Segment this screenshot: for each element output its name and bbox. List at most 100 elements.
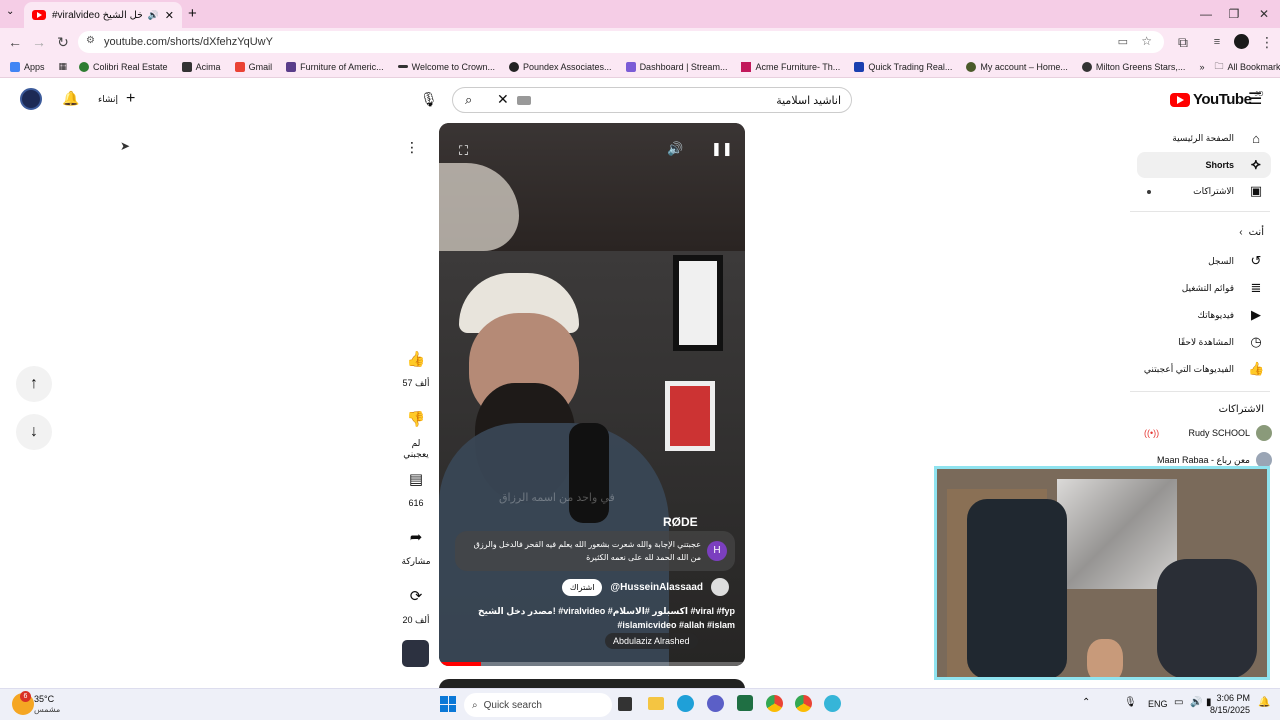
- forward-icon[interactable]: →: [28, 32, 50, 52]
- sidebar-item-subscriptions[interactable]: الاشتراكات ▣: [1124, 178, 1264, 204]
- subscription-item[interactable]: ((•)) Rudy SCHOOL: [1144, 422, 1272, 444]
- clock-time[interactable]: 3:06 PM: [1214, 693, 1250, 703]
- more-options-icon[interactable]: ⋮: [405, 139, 419, 156]
- apps-icon: [10, 61, 20, 72]
- music-pill[interactable]: Abdulaziz Alrashed: [605, 633, 698, 649]
- search-box[interactable]: ⌕ ✕ اناشيد اسلامية: [452, 87, 852, 113]
- volume-icon[interactable]: 🔊: [667, 141, 683, 157]
- share-icon[interactable]: ➦: [399, 520, 433, 554]
- teams-icon[interactable]: [707, 695, 724, 712]
- remix-action[interactable]: ⟳ 20 ألف: [398, 579, 434, 626]
- media-controls-icon[interactable]: ≡: [1206, 32, 1228, 52]
- windows-start-icon[interactable]: [440, 696, 456, 712]
- channel-avatar[interactable]: [711, 578, 729, 596]
- voice-search-icon[interactable]: 🎙: [420, 91, 438, 108]
- search-input[interactable]: اناشيد اسلامية: [776, 94, 841, 107]
- thumbs-down-icon[interactable]: 👎: [399, 402, 433, 436]
- bookmark-item[interactable]: Milton Greens Stars,...: [1081, 61, 1185, 72]
- progress-track[interactable]: [439, 662, 745, 666]
- file-explorer-icon[interactable]: [648, 697, 664, 710]
- youtube-favicon: [32, 10, 46, 20]
- sidebar-item-playlists[interactable]: قوائم التشغيل ≣: [1124, 275, 1264, 301]
- notifications-icon[interactable]: 🔔: [62, 90, 79, 107]
- bookmark-apps[interactable]: Apps: [10, 61, 45, 72]
- search-icon[interactable]: ⌕: [465, 92, 472, 108]
- account-avatar[interactable]: [20, 88, 42, 110]
- pinned-comment[interactable]: عجبتني الإجابة والله شعرت بشعور الله يعل…: [455, 531, 735, 571]
- language-indicator[interactable]: ENG: [1148, 699, 1168, 709]
- extensions-icon[interactable]: ⧉: [1172, 32, 1194, 52]
- you-section-header[interactable]: ‹ أنت: [1239, 227, 1264, 238]
- new-tab-icon[interactable]: +: [188, 5, 197, 22]
- next-short-button[interactable]: ↓: [16, 414, 52, 450]
- more-bookmarks-icon[interactable]: »: [1199, 62, 1204, 72]
- sidebar-item-shorts[interactable]: Shorts ⯎: [1124, 152, 1264, 178]
- short-video-player[interactable]: RØDE في واحد من اسمه الرزاق ⛶ 🔊 ❚❚ عجبتن…: [439, 123, 745, 666]
- bookmark-item[interactable]: Quick Trading Real...: [854, 61, 952, 72]
- all-bookmarks[interactable]: 🗀 All Bookmarks: [1214, 59, 1280, 75]
- bookmark-item[interactable]: Colibri Real Estate: [79, 61, 168, 72]
- notification-center-icon[interactable]: 🔔: [1258, 697, 1270, 708]
- bookmark-item[interactable]: Furniture of Americ...: [286, 61, 384, 72]
- sidebar-item-your-videos[interactable]: فيديوهاتك ▶: [1124, 302, 1264, 328]
- bookmark-item[interactable]: Dashboard | Stream...: [625, 61, 727, 72]
- thumbs-up-icon[interactable]: 👍: [399, 342, 433, 376]
- sidebar-item-liked[interactable]: الفيديوهات التي أعجبتني 👍: [1124, 356, 1264, 382]
- audio-icon[interactable]: 🔊: [148, 10, 159, 21]
- chrome-icon[interactable]: [766, 695, 783, 712]
- clear-search-icon[interactable]: ✕: [497, 91, 509, 108]
- minimize-icon[interactable]: —: [1192, 4, 1220, 24]
- bookmark-item[interactable]: Poundex Associates...: [509, 61, 612, 72]
- restore-icon[interactable]: ❐: [1220, 4, 1248, 24]
- sound-thumbnail[interactable]: [402, 640, 429, 667]
- tray-overflow-icon[interactable]: ⌃: [1082, 697, 1090, 708]
- previous-short-button[interactable]: ↑: [16, 366, 52, 402]
- like-action[interactable]: 👍 57 ألف: [398, 342, 434, 389]
- remix-icon[interactable]: ⟳: [399, 579, 433, 613]
- bookmark-item[interactable]: My account – Home...: [966, 61, 1068, 72]
- fullscreen-icon[interactable]: ⛶: [459, 143, 468, 159]
- acme-icon: [741, 61, 752, 72]
- sidebar-item-history[interactable]: السجل ↺: [1124, 248, 1264, 274]
- address-bar[interactable]: ⚙ youtube.com/shorts/dXfehzYqUwY ▭ ☆: [78, 31, 1164, 53]
- guide-menu-icon[interactable]: ☰: [1248, 89, 1262, 109]
- bookmark-item[interactable]: Welcome to Crown...: [397, 62, 495, 72]
- bookmark-item[interactable]: Acima: [181, 61, 221, 72]
- network-icon[interactable]: ▭: [1174, 697, 1183, 708]
- bookmark-star-icon[interactable]: ☆: [1141, 34, 1152, 48]
- app-icon[interactable]: [824, 695, 841, 712]
- taskbar-search[interactable]: ⌕ Quick search: [464, 693, 612, 717]
- menu-icon[interactable]: ⋮: [1256, 32, 1278, 52]
- keyboard-icon[interactable]: [517, 96, 531, 105]
- sidebar-item-watch-later[interactable]: المشاهدة لاحقًا ◷: [1124, 329, 1264, 355]
- store-icon[interactable]: [737, 695, 753, 711]
- comment-icon[interactable]: ▤: [399, 462, 433, 496]
- install-icon[interactable]: ▭: [1118, 35, 1128, 48]
- volume-tray-icon[interactable]: 🔊: [1190, 697, 1202, 708]
- bookmark-item[interactable]: Acme Furniture- Th...: [741, 61, 840, 72]
- tab-title: #viralvideo مصدر دخل الشيخ: [52, 9, 142, 21]
- channel-name[interactable]: @HusseinAlassaad: [610, 582, 703, 593]
- grid-icon[interactable]: ▦: [59, 61, 68, 72]
- sidebar-item-home[interactable]: الصفحة الرئيسية ⌂: [1124, 125, 1264, 151]
- comments-action[interactable]: ▤ 616: [398, 462, 434, 508]
- subscribe-button[interactable]: اشتراك: [561, 578, 603, 596]
- microphone-icon[interactable]: 🎙: [1124, 697, 1137, 708]
- reload-icon[interactable]: ↻: [52, 32, 74, 52]
- profile-avatar[interactable]: [1234, 34, 1249, 49]
- dislike-action[interactable]: 👎 لم يعجبني: [398, 402, 434, 460]
- task-view-icon[interactable]: [618, 697, 632, 711]
- create-button[interactable]: إنشاء +: [90, 87, 142, 111]
- tab-list-icon[interactable]: ⌄: [6, 6, 14, 17]
- share-action[interactable]: ➦ مشاركة: [398, 520, 434, 567]
- edge-icon[interactable]: [677, 695, 694, 712]
- site-info-icon[interactable]: ⚙: [86, 35, 95, 46]
- close-window-icon[interactable]: ✕: [1250, 4, 1278, 24]
- pause-icon[interactable]: ❚❚: [711, 141, 733, 157]
- bookmark-item[interactable]: Gmail: [234, 61, 272, 72]
- chrome-profile-icon[interactable]: [795, 695, 812, 712]
- back-icon[interactable]: ←: [4, 32, 26, 52]
- clock-date[interactable]: 8/15/2025: [1210, 705, 1250, 715]
- close-tab-icon[interactable]: ✕: [165, 9, 174, 22]
- browser-tab[interactable]: #viralvideo مصدر دخل الشيخ 🔊 ✕: [24, 2, 182, 28]
